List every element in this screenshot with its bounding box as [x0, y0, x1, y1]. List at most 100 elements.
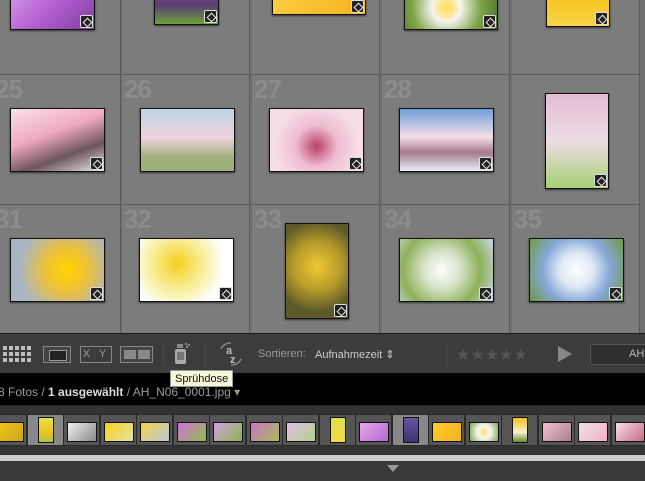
filmstrip-thumbnail[interactable]: [432, 422, 462, 442]
keyword-tag-icon[interactable]: [479, 287, 492, 300]
scrollbar-track[interactable]: [0, 455, 645, 461]
filmstrip-thumbnail[interactable]: [329, 417, 346, 443]
filmstrip-cell[interactable]: [464, 414, 502, 446]
cell-index-number: 33: [254, 204, 282, 234]
grid-cell[interactable]: [252, 0, 380, 75]
grid-cell[interactable]: 25: [0, 75, 121, 205]
library-window: 25 26 27 28 31 32 33 34 35 X Y a z Sorti…: [0, 0, 645, 481]
keyword-tag-icon[interactable]: [90, 157, 103, 170]
keyword-tag-icon[interactable]: [479, 157, 492, 170]
grid-cell[interactable]: 33: [252, 205, 380, 333]
cell-index-number: 35: [514, 204, 542, 234]
sort-direction-icon[interactable]: a z: [217, 341, 245, 367]
filmstrip-thumbnail[interactable]: [67, 422, 97, 442]
sort-label: Sortieren:: [258, 348, 306, 360]
survey-view-icon[interactable]: [120, 346, 153, 363]
filmstrip-cell[interactable]: [428, 414, 465, 446]
cell-index-number: 34: [384, 204, 412, 234]
filmstrip-thumbnail[interactable]: [176, 422, 207, 442]
cell-index-number: 28: [384, 74, 412, 104]
toolbar: X Y a z Sortieren: Aufnahmezeit ⇕ ★★★★★ …: [0, 333, 645, 373]
toolbar-divider: [163, 342, 164, 367]
keyword-tag-icon[interactable]: [90, 287, 103, 300]
cell-index-number: 26: [124, 74, 152, 104]
grid-cell[interactable]: 26: [122, 75, 250, 205]
keyword-tag-icon[interactable]: [594, 174, 607, 187]
filmstrip-thumbnail[interactable]: [541, 422, 572, 442]
filmstrip-cell[interactable]: [26, 414, 64, 446]
filmstrip-thumbnail[interactable]: [103, 422, 134, 442]
cell-index-number: 25: [0, 74, 23, 104]
filmstrip-thumbnail[interactable]: [402, 417, 419, 443]
filmstrip-thumbnail[interactable]: [249, 422, 280, 442]
filmstrip-cell[interactable]: [172, 414, 210, 446]
filmstrip-thumbnail[interactable]: [359, 422, 389, 442]
photo-grid: 25 26 27 28 31 32 33 34 35: [0, 0, 645, 333]
grid-cell[interactable]: 27: [252, 75, 380, 205]
keyword-tag-icon[interactable]: [349, 157, 362, 170]
keyword-tag-icon[interactable]: [334, 304, 347, 317]
panel-collapse-icon[interactable]: [387, 465, 399, 472]
selection-info: 8 Fotos / 1 ausgewählt / AH_N06_0001.jpg…: [0, 385, 240, 399]
filmstrip-cell[interactable]: [136, 414, 173, 446]
spray-can-icon[interactable]: [174, 342, 192, 365]
grid-cell[interactable]: [382, 0, 510, 75]
compare-view-button[interactable]: X Y: [80, 346, 112, 363]
keyword-tag-icon[interactable]: [204, 10, 217, 23]
keyword-tag-icon[interactable]: [219, 287, 232, 300]
filmstrip-cell[interactable]: [318, 414, 356, 446]
filmstrip-cell[interactable]: [501, 414, 538, 446]
filmstrip-cell[interactable]: [0, 414, 27, 446]
grid-view-icon[interactable]: [3, 346, 33, 363]
keyword-tag-icon[interactable]: [609, 287, 622, 300]
filmstrip-thumbnail[interactable]: [512, 417, 528, 443]
rating-stars[interactable]: ★★★★★: [456, 345, 528, 365]
loupe-view-icon[interactable]: [43, 346, 71, 363]
filmstrip-cell[interactable]: [537, 414, 575, 446]
filmstrip-cell[interactable]: [209, 414, 246, 446]
grid-cell[interactable]: [0, 0, 121, 75]
filmstrip-info-bar: 8 Fotos / 1 ausgewählt / AH_N06_0001.jpg…: [0, 373, 645, 405]
grid-cell[interactable]: 35: [512, 205, 640, 333]
filmstrip-thumbnail[interactable]: [614, 422, 645, 442]
keyword-tag-icon[interactable]: [80, 15, 93, 28]
filter-field[interactable]: AH: [590, 344, 645, 365]
filmstrip-thumbnail[interactable]: [140, 422, 170, 442]
filmstrip-thumbnail[interactable]: [286, 422, 316, 442]
grid-cell[interactable]: 34: [382, 205, 510, 333]
filmstrip-thumbnail[interactable]: [213, 422, 243, 442]
selected-count: 1 ausgewählt: [48, 385, 124, 399]
filmstrip-cell[interactable]: [610, 414, 645, 446]
cell-index-number: 32: [124, 204, 152, 234]
cell-index-number: 31: [0, 204, 23, 234]
file-name[interactable]: / AH_N06_0001.jpg ▾: [123, 385, 240, 399]
filmstrip-thumbnail[interactable]: [468, 422, 499, 442]
filmstrip-thumbnail[interactable]: [0, 422, 24, 442]
grid-cell[interactable]: [512, 0, 640, 75]
slideshow-play-icon[interactable]: [558, 346, 572, 362]
filmstrip-cell[interactable]: [63, 414, 100, 446]
grid-cell[interactable]: [122, 0, 250, 75]
keyword-tag-icon[interactable]: [595, 12, 608, 25]
toolbar-divider: [205, 342, 206, 367]
filmstrip-thumbnail[interactable]: [578, 422, 608, 442]
grid-cell[interactable]: 31: [0, 205, 121, 333]
grid-cell[interactable]: [512, 75, 640, 205]
filmstrip-cell[interactable]: [355, 414, 392, 446]
cell-index-number: 27: [254, 74, 282, 104]
grid-cell[interactable]: 32: [122, 205, 250, 333]
filmstrip-thumbnail[interactable]: [37, 417, 54, 443]
filmstrip-cell[interactable]: [99, 414, 137, 446]
photo-thumbnail[interactable]: [140, 108, 235, 172]
filmstrip-cell[interactable]: [282, 414, 319, 446]
svg-text:z: z: [230, 354, 236, 366]
filmstrip-cell[interactable]: [391, 414, 429, 446]
filmstrip-cell[interactable]: [574, 414, 611, 446]
photo-count: 8 Fotos /: [0, 385, 49, 399]
keyword-tag-icon[interactable]: [483, 15, 496, 28]
filmstrip: [0, 405, 645, 455]
filmstrip-cell[interactable]: [245, 414, 283, 446]
grid-cell[interactable]: 28: [382, 75, 510, 205]
keyword-tag-icon[interactable]: [351, 0, 364, 13]
sort-order-select[interactable]: Aufnahmezeit ⇕: [315, 348, 395, 361]
